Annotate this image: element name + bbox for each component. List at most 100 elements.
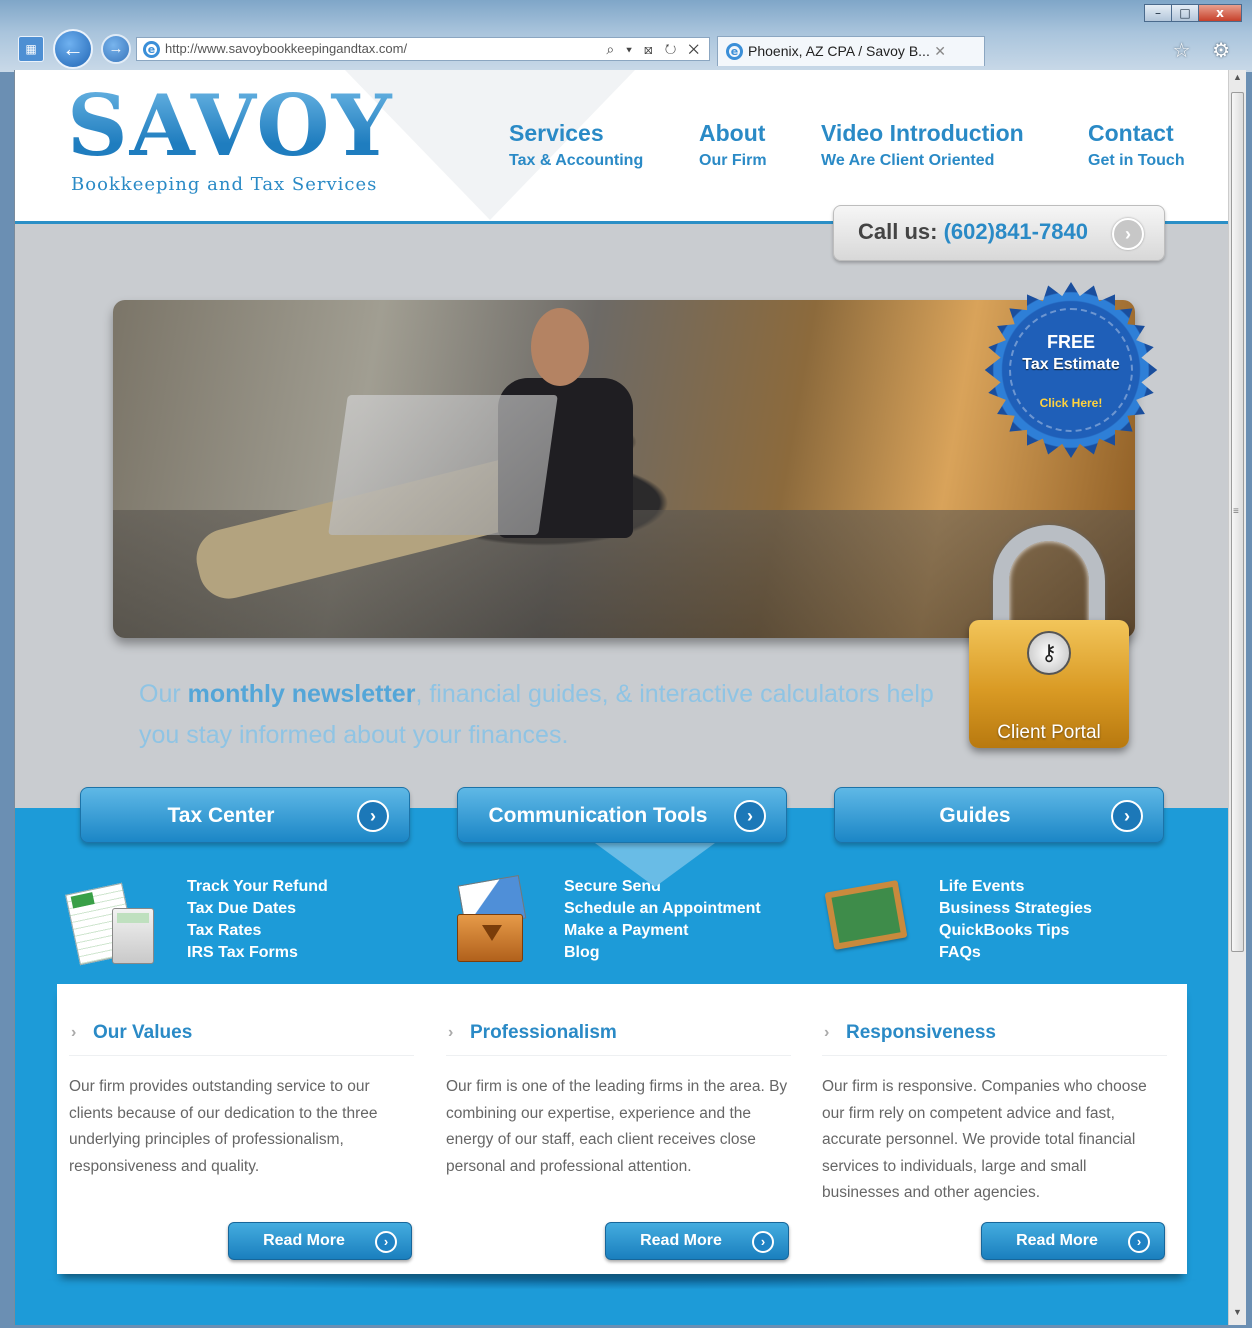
client-portal-button[interactable]: ⚷ Client Portal — [969, 525, 1129, 750]
phone-number: (602)841-7840 — [943, 219, 1088, 244]
read-more-button[interactable]: Read More › — [605, 1222, 789, 1260]
read-more-label: Read More — [263, 1232, 345, 1249]
nav-video-introduction[interactable]: Video Introduction We Are Client Oriente… — [821, 120, 1024, 170]
communication-tools-button[interactable]: Communication Tools › — [457, 787, 787, 843]
link-blog[interactable]: Blog — [564, 942, 761, 964]
windows-start-icon[interactable]: ▦ — [18, 36, 44, 62]
column-text: Our firm is responsive. Companies who ch… — [822, 1078, 1147, 1201]
chevron-right-icon: › — [357, 800, 389, 832]
page-viewport: SAVOY Bookkeeping and Tax Services Servi… — [14, 70, 1228, 1325]
link-quickbooks-tips[interactable]: QuickBooks Tips — [939, 920, 1092, 942]
call-label: Call us: — [858, 219, 938, 244]
active-tab-pointer — [595, 843, 715, 887]
badge-free: FREE — [1046, 332, 1095, 352]
link-make-payment[interactable]: Make a Payment — [564, 920, 761, 942]
address-bar[interactable]: e http://www.savoybookkeepingandtax.com/… — [136, 37, 710, 61]
values-section: › Our Values Our firm provides outstandin… — [57, 984, 1187, 1274]
nav-subtitle: Tax & Accounting — [509, 152, 644, 169]
link-business-strategies[interactable]: Business Strategies — [939, 898, 1092, 920]
ie-logo-icon: e — [726, 43, 743, 60]
hero-laptop — [328, 395, 558, 535]
chevron-right-icon: › — [448, 1024, 454, 1041]
keyhole-icon: ⚷ — [1027, 631, 1071, 675]
tax-center-links: Track Your Refund Tax Due Dates Tax Rate… — [187, 876, 328, 964]
column-heading[interactable]: › Our Values — [69, 1022, 414, 1056]
column-text: Our firm is one of the leading firms in … — [446, 1078, 788, 1175]
link-faqs[interactable]: FAQs — [939, 942, 1092, 964]
chevron-right-icon: › — [734, 800, 766, 832]
read-more-button[interactable]: Read More › — [981, 1222, 1165, 1260]
hero-head — [531, 308, 589, 386]
logo-tagline: Bookkeeping and Tax Services — [71, 174, 378, 195]
forward-arrow-icon[interactable]: → — [101, 34, 131, 64]
nav-title: Video Introduction — [821, 120, 1024, 146]
read-more-button[interactable]: Read More › — [228, 1222, 412, 1260]
tax-center-button[interactable]: Tax Center › — [80, 787, 410, 843]
maximize-button[interactable]: □ — [1171, 4, 1199, 22]
tagline-newsletter-link[interactable]: monthly newsletter — [188, 680, 416, 708]
column-responsiveness: › Responsiveness Our firm is responsive. … — [822, 1022, 1167, 1207]
client-portal-label: Client Portal — [997, 722, 1101, 743]
chevron-right-icon: › — [1128, 1231, 1150, 1253]
link-schedule-appointment[interactable]: Schedule an Appointment — [564, 898, 761, 920]
scroll-grip-icon: ≡ — [1233, 506, 1239, 517]
tab-label: Communication Tools — [488, 804, 708, 827]
link-tax-rates[interactable]: Tax Rates — [187, 920, 328, 942]
tab-label: Tax Center — [167, 804, 275, 827]
close-window-button[interactable]: x — [1198, 4, 1242, 22]
column-our-values: › Our Values Our firm provides outstandin… — [69, 1022, 414, 1180]
nav-services[interactable]: Services Tax & Accounting — [509, 120, 643, 170]
call-us-text: Call us: (602)841-7840 — [858, 219, 1088, 245]
guides-links: Life Events Business Strategies QuickBoo… — [939, 876, 1092, 964]
spreadsheet-calculator-icon — [65, 880, 160, 966]
chalkboard-icon — [823, 880, 913, 954]
logo[interactable]: SAVOY Bookkeeping and Tax Services — [67, 82, 407, 196]
scroll-down-icon[interactable]: ▼ — [1229, 1307, 1246, 1323]
browser-chrome: – □ x ▦ ← → e http://www.savoybookkeepin… — [0, 0, 1252, 72]
file-download-box-icon — [455, 874, 531, 964]
favorites-settings-icons[interactable]: ☆ ⚙ — [1173, 38, 1238, 63]
chevron-right-icon: › — [71, 1024, 77, 1041]
badge-tax-estimate: Tax Estimate — [1022, 356, 1120, 373]
nav-subtitle: Get in Touch — [1088, 152, 1185, 169]
free-tax-estimate-badge[interactable]: FREE Tax Estimate Click Here! — [983, 282, 1159, 458]
link-irs-tax-forms[interactable]: IRS Tax Forms — [187, 942, 328, 964]
nav-title: Contact — [1088, 120, 1174, 146]
nav-contact[interactable]: Contact Get in Touch — [1088, 120, 1185, 170]
chevron-right-icon: › — [752, 1231, 774, 1253]
scrollbar-thumb[interactable] — [1231, 92, 1244, 952]
read-more-label: Read More — [640, 1232, 722, 1249]
column-professionalism: › Professionalism Our firm is one of the … — [446, 1022, 791, 1180]
badge-click-here: Click Here! — [1039, 396, 1103, 410]
tagline-part1: Our — [139, 680, 188, 708]
chevron-right-icon: › — [1111, 800, 1143, 832]
close-tab-icon[interactable]: ✕ — [934, 37, 946, 65]
browser-tab[interactable]: e Phoenix, AZ CPA / Savoy B... ✕ — [717, 36, 985, 66]
guides-button[interactable]: Guides › — [834, 787, 1164, 843]
address-tools-icons[interactable]: ⌕ ▾ ⊠ ↻ ✕ — [606, 38, 703, 60]
vertical-scrollbar[interactable]: ▲ ≡ ▼ — [1228, 70, 1246, 1325]
column-heading[interactable]: › Professionalism — [446, 1022, 791, 1056]
communication-tools-links: Secure Send Schedule an Appointment Make… — [564, 876, 761, 964]
column-heading[interactable]: › Responsiveness — [822, 1022, 1167, 1056]
minimize-button[interactable]: – — [1144, 4, 1172, 22]
nav-title: Services — [509, 120, 604, 146]
nav-subtitle: Our Firm — [699, 152, 767, 169]
chevron-right-icon: › — [375, 1231, 397, 1253]
scroll-up-icon[interactable]: ▲ — [1229, 72, 1246, 88]
window-controls: – □ x — [1144, 4, 1242, 22]
back-arrow-icon[interactable]: ← — [53, 29, 93, 69]
link-tax-due-dates[interactable]: Tax Due Dates — [187, 898, 328, 920]
chevron-right-icon: › — [824, 1024, 830, 1041]
nav-title: About — [699, 120, 766, 146]
nav-subtitle: We Are Client Oriented — [821, 152, 995, 169]
call-us-button[interactable]: Call us: (602)841-7840 › — [833, 205, 1165, 261]
tab-title: Phoenix, AZ CPA / Savoy B... — [748, 43, 930, 59]
nav-about[interactable]: About Our Firm — [699, 120, 767, 170]
link-life-events[interactable]: Life Events — [939, 876, 1092, 898]
link-track-your-refund[interactable]: Track Your Refund — [187, 876, 328, 898]
address-url[interactable]: http://www.savoybookkeepingandtax.com/ — [165, 41, 407, 56]
logo-wordmark: SAVOY — [67, 82, 407, 170]
column-text: Our firm provides outstanding service to… — [69, 1078, 378, 1175]
chevron-right-icon: › — [1112, 218, 1144, 250]
